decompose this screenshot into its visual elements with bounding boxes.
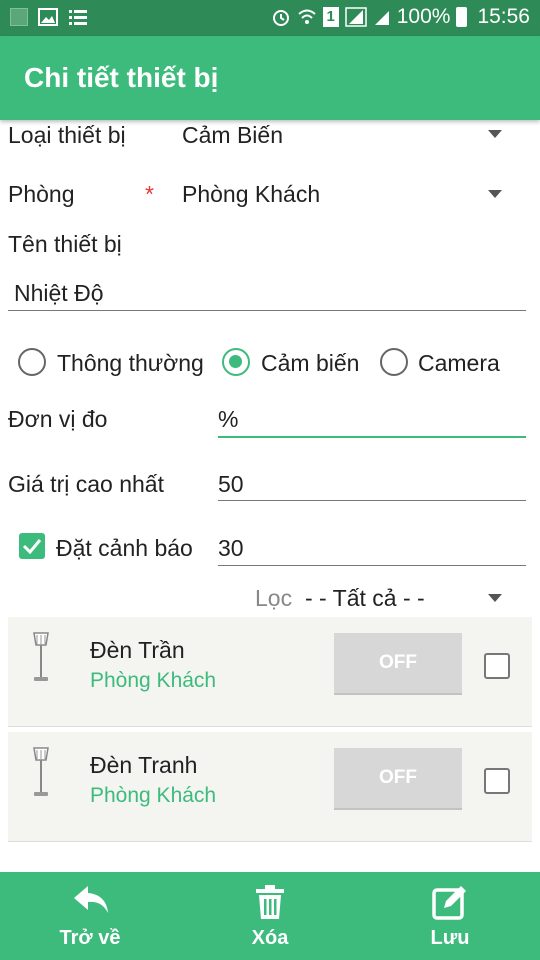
device-name: Đèn Tranh bbox=[90, 752, 198, 778]
device-name-input[interactable]: Nhiệt Độ bbox=[14, 280, 103, 307]
signal-icon bbox=[344, 7, 367, 27]
max-value-label: Giá trị cao nhất bbox=[8, 471, 164, 497]
bottom-action-bar: Trở về Xóa Lưu bbox=[0, 872, 540, 960]
radio-camera[interactable] bbox=[380, 348, 408, 376]
status-notifications bbox=[10, 8, 88, 26]
wifi-icon bbox=[298, 9, 316, 24]
delete-button[interactable]: Xóa bbox=[210, 872, 330, 960]
check-icon bbox=[22, 539, 42, 555]
unit-label: Đơn vị đo bbox=[8, 406, 108, 432]
required-mark: * bbox=[145, 181, 154, 207]
filter-label: Lọc bbox=[255, 585, 293, 611]
device-checkbox[interactable] bbox=[484, 768, 510, 794]
app-bar: Chi tiết thiết bị bbox=[0, 36, 540, 120]
list-item[interactable]: Đèn Trần Phòng Khách OFF bbox=[8, 617, 532, 727]
signal-icon-2 bbox=[374, 11, 389, 25]
device-type-select[interactable]: Cảm Biến bbox=[182, 122, 283, 149]
alarm-icon bbox=[272, 10, 289, 26]
page-title: Chi tiết thiết bị bbox=[24, 62, 219, 93]
filter-dropdown-icon[interactable] bbox=[488, 594, 502, 602]
max-value-input[interactable]: 50 bbox=[218, 471, 244, 498]
save-label: Lưu bbox=[430, 927, 470, 949]
delete-label: Xóa bbox=[251, 927, 289, 949]
device-type-dropdown-icon[interactable] bbox=[488, 130, 502, 138]
device-name-label: Tên thiết bị bbox=[8, 231, 122, 257]
device-type-label: Loại thiết bị bbox=[8, 122, 126, 148]
unit-underline bbox=[218, 436, 526, 438]
device-checkbox[interactable] bbox=[484, 653, 510, 679]
device-name-underline bbox=[8, 310, 526, 311]
save-button[interactable]: Lưu bbox=[390, 872, 510, 960]
list-item[interactable]: Đèn Tranh Phòng Khách OFF bbox=[8, 732, 532, 842]
toggle-button[interactable]: OFF bbox=[334, 748, 462, 810]
alert-checkbox[interactable] bbox=[19, 533, 45, 559]
filter-select[interactable]: - - Tất cả - - bbox=[305, 585, 425, 612]
alert-value-input[interactable]: 30 bbox=[218, 535, 244, 562]
gallery-icon bbox=[38, 8, 58, 26]
battery-icon bbox=[456, 7, 468, 27]
alert-value-underline bbox=[218, 565, 526, 566]
room-dropdown-icon[interactable] bbox=[488, 190, 502, 198]
device-name: Đèn Trần bbox=[90, 637, 185, 663]
list-icon bbox=[69, 10, 87, 25]
sim-icon: 1 bbox=[322, 7, 339, 27]
max-value-underline bbox=[218, 500, 526, 501]
clock: 15:56 bbox=[477, 5, 530, 28]
lamp-icon bbox=[33, 632, 49, 681]
radio-sensor[interactable] bbox=[222, 348, 250, 376]
radio-sensor-label[interactable]: Cảm biến bbox=[261, 350, 359, 377]
back-arrow-icon bbox=[74, 886, 108, 913]
room-label: Phòng bbox=[8, 181, 75, 207]
room-select[interactable]: Phòng Khách bbox=[182, 181, 320, 208]
status-bar: 1 100% 15:56 bbox=[0, 0, 540, 36]
status-indicators: 1 100% 15:56 bbox=[271, 5, 530, 29]
device-room: Phòng Khách bbox=[90, 669, 217, 692]
device-room: Phòng Khách bbox=[90, 784, 217, 807]
app-notification-icon bbox=[10, 8, 28, 26]
trash-icon bbox=[256, 885, 284, 919]
back-button[interactable]: Trở về bbox=[30, 872, 150, 960]
radio-normal[interactable] bbox=[18, 348, 46, 376]
alert-label[interactable]: Đặt cảnh báo bbox=[56, 535, 193, 562]
toggle-button[interactable]: OFF bbox=[334, 633, 462, 695]
unit-input[interactable]: % bbox=[218, 406, 238, 433]
lamp-icon bbox=[33, 747, 49, 796]
radio-normal-label[interactable]: Thông thường bbox=[57, 350, 204, 377]
back-label: Trở về bbox=[59, 927, 121, 949]
edit-icon bbox=[432, 886, 466, 920]
battery-percent: 100% bbox=[396, 5, 451, 28]
radio-camera-label[interactable]: Camera bbox=[418, 350, 500, 377]
